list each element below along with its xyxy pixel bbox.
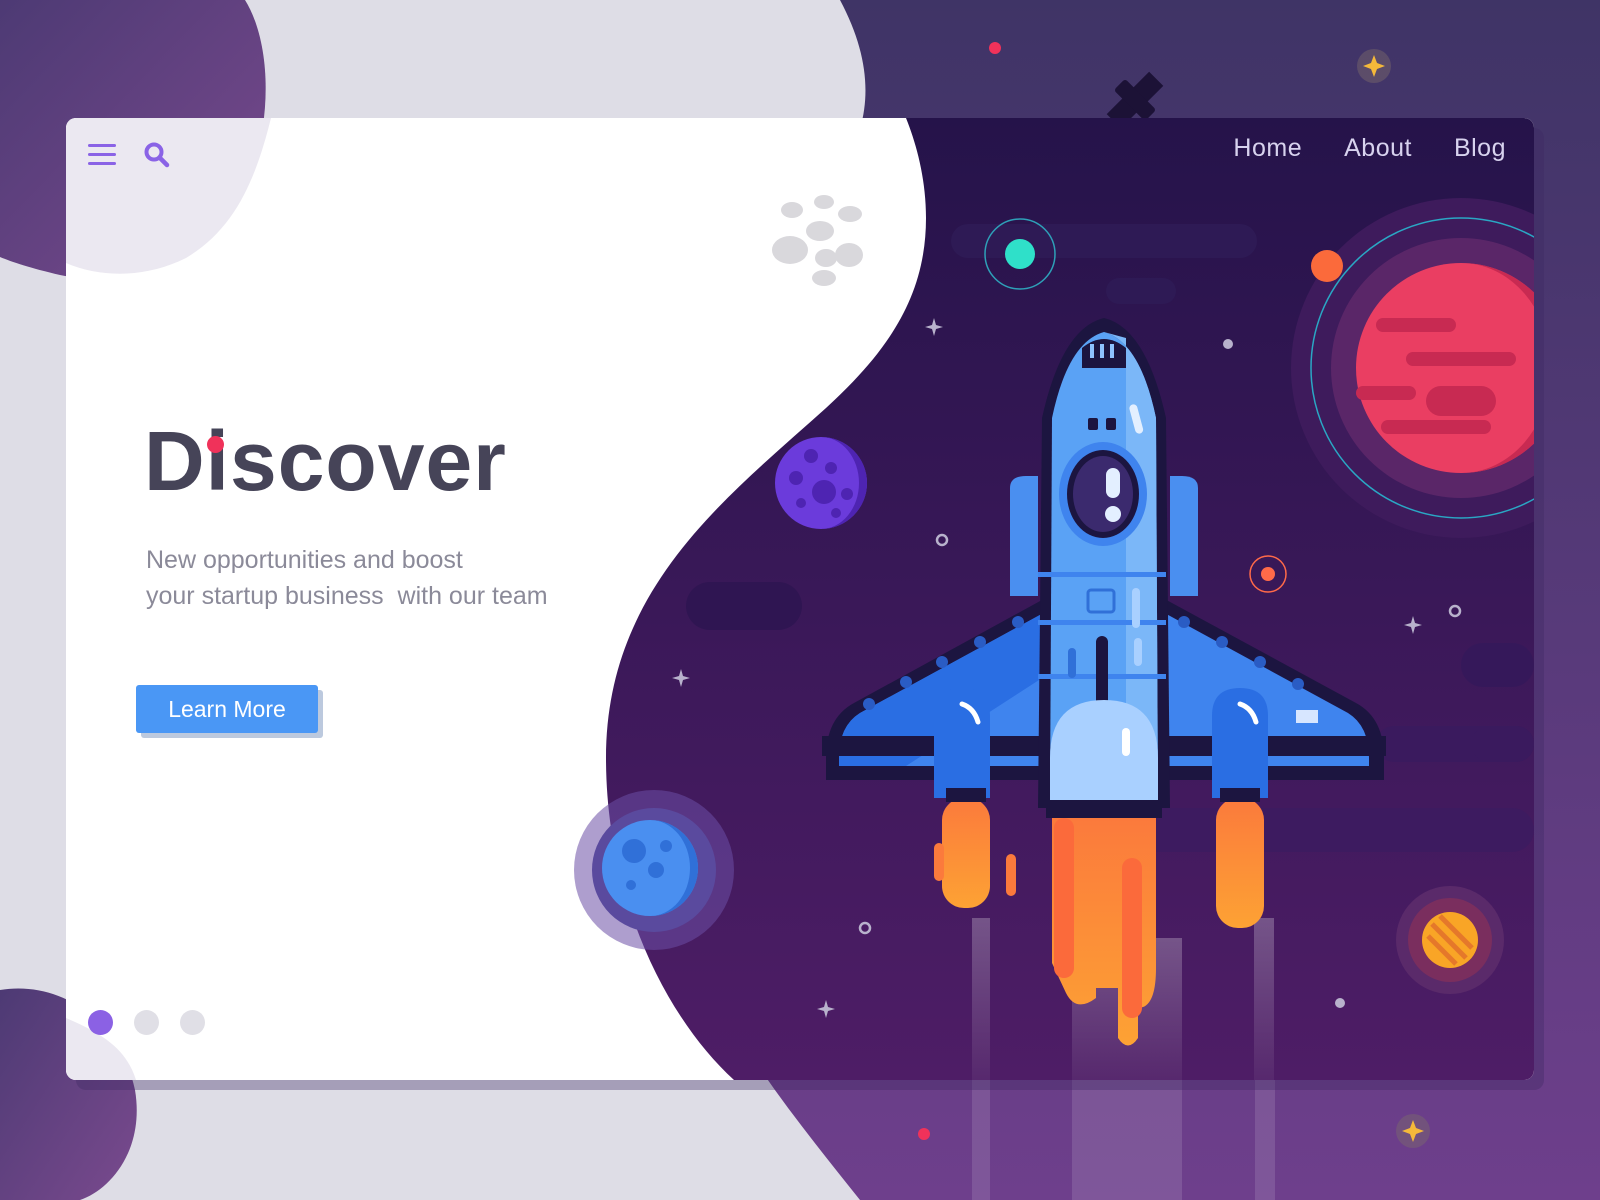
nav-home-link[interactable]: Home — [1233, 134, 1302, 163]
sparkle-icon — [1357, 49, 1391, 83]
nav-blog-link[interactable]: Blog — [1454, 134, 1506, 163]
blue-moon — [574, 790, 734, 950]
pagination-dot-3[interactable] — [180, 1010, 205, 1035]
pagination-dot-1[interactable] — [88, 1010, 113, 1035]
purple-moon — [775, 437, 867, 529]
hero-subtitle-line: New opportunities and boost — [146, 546, 463, 574]
hero-title: Discover — [144, 414, 507, 508]
landing-card: Home About Blog Discover New opportuniti… — [66, 118, 1534, 1080]
learn-more-button[interactable]: Learn More — [136, 685, 318, 733]
pagination-dot-2[interactable] — [134, 1010, 159, 1035]
nav-about-link[interactable]: About — [1344, 134, 1412, 163]
title-accent-dot — [207, 436, 224, 453]
hamburger-menu-icon[interactable] — [88, 142, 116, 168]
slide-pagination — [88, 1010, 205, 1035]
orange-moon — [1396, 886, 1504, 994]
search-icon[interactable] — [142, 140, 172, 170]
sparkle-icon — [1396, 1114, 1430, 1148]
top-navigation: Home About Blog — [1233, 134, 1506, 163]
hero-subtitle: New opportunities and boost your startup… — [146, 542, 666, 614]
hero-subtitle-line: your startup business with our team — [146, 582, 548, 610]
